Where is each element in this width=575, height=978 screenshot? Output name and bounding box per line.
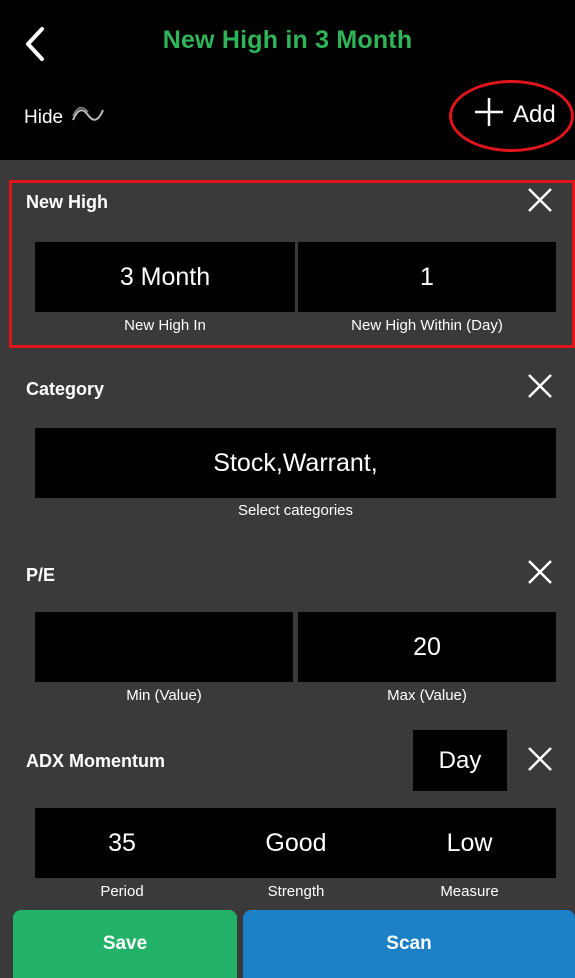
section-title: P/E: [26, 565, 56, 585]
pe-min-value: [35, 612, 293, 682]
new-high-in-caption: New High In: [124, 317, 206, 334]
bottom-actions: Save Scan: [0, 910, 575, 978]
close-icon[interactable]: [526, 558, 554, 586]
new-high-in-value: 3 Month: [119, 262, 211, 291]
adx-measure-value: Low: [446, 828, 493, 857]
add-button[interactable]: Add: [473, 96, 556, 133]
scan-button[interactable]: Scan: [243, 910, 575, 978]
pe-max-value: 20: [413, 632, 441, 661]
close-icon[interactable]: [526, 372, 554, 400]
page-title: New High in 3 Month: [162, 26, 413, 54]
plus-icon: [473, 96, 505, 133]
wave-icon: [71, 106, 105, 129]
new-high-within-caption: New High Within (Day): [351, 317, 503, 334]
new-high-within-field[interactable]: 1: [298, 242, 556, 312]
pe-max-caption: Max (Value): [387, 687, 467, 704]
adx-measure-caption: Measure: [440, 883, 499, 900]
adx-params-field[interactable]: 35 Good Low: [35, 808, 556, 878]
adx-strength-caption: Strength: [267, 883, 325, 900]
pe-min-caption: Min (Value): [126, 687, 202, 704]
section-title: New High: [26, 192, 109, 212]
hide-label: Hide: [24, 106, 64, 128]
new-high-within-value: 1: [420, 262, 434, 291]
adx-period-caption: Period: [100, 883, 144, 900]
top-bar: New High in 3 Month Hide Add: [0, 0, 575, 160]
hide-toggle[interactable]: Hide: [24, 106, 105, 129]
save-button[interactable]: Save: [13, 910, 237, 978]
pe-max-field[interactable]: 20: [298, 612, 556, 682]
category-value: Stock,Warrant,: [213, 448, 378, 477]
add-label: Add: [513, 100, 556, 128]
new-high-in-field[interactable]: 3 Month: [35, 242, 295, 312]
section-title: ADX Momentum: [26, 751, 165, 771]
category-select[interactable]: Stock,Warrant,: [35, 428, 556, 498]
close-icon[interactable]: [526, 745, 554, 773]
timeframe-select[interactable]: Day: [413, 730, 507, 791]
adx-strength-value: Good: [265, 828, 327, 857]
close-icon[interactable]: [526, 186, 554, 214]
category-caption: Select categories: [237, 502, 354, 519]
pe-min-field[interactable]: [35, 612, 293, 682]
adx-period-value: 35: [108, 828, 136, 857]
section-title: Category: [26, 379, 105, 399]
